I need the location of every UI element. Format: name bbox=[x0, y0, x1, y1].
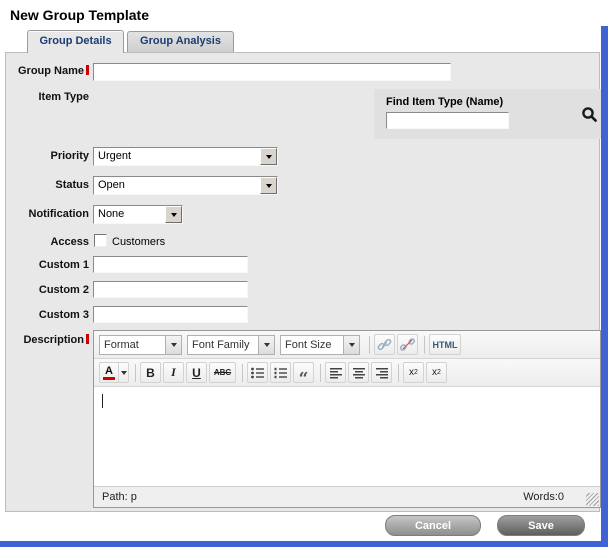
vertical-scrollbar[interactable] bbox=[601, 26, 608, 541]
custom3-label: Custom 3 bbox=[6, 309, 89, 321]
custom3-input[interactable] bbox=[93, 306, 248, 323]
description-editor: Format Font Family Font Size bbox=[93, 330, 601, 508]
toolbar-separator bbox=[398, 364, 399, 382]
align-left-icon[interactable] bbox=[325, 362, 346, 383]
description-label: Description bbox=[6, 334, 89, 346]
format-select[interactable]: Format bbox=[99, 335, 182, 355]
page-title: New Group Template bbox=[10, 7, 149, 23]
horizontal-scrollbar[interactable] bbox=[0, 541, 608, 547]
blockquote-icon[interactable]: “ bbox=[293, 362, 314, 383]
editor-body[interactable] bbox=[94, 387, 600, 486]
toolbar-separator bbox=[424, 336, 425, 354]
toolbar-separator bbox=[135, 364, 136, 382]
bold-button[interactable]: B bbox=[140, 362, 161, 383]
priority-dropdown-arrow-icon[interactable] bbox=[260, 148, 277, 165]
editor-word-count: Words:0 bbox=[523, 491, 564, 503]
superscript-button[interactable]: x2 bbox=[426, 362, 447, 383]
font-family-dropdown-arrow-icon[interactable] bbox=[258, 336, 274, 354]
group-name-input[interactable] bbox=[93, 63, 451, 81]
save-button[interactable]: Save bbox=[497, 515, 585, 536]
bullet-list-icon[interactable] bbox=[247, 362, 268, 383]
editor-toolbar-row1: Format Font Family Font Size bbox=[94, 331, 600, 359]
custom1-label: Custom 1 bbox=[6, 259, 89, 271]
toolbar-separator bbox=[320, 364, 321, 382]
priority-label: Priority bbox=[6, 150, 89, 162]
font-size-select[interactable]: Font Size bbox=[280, 335, 360, 355]
format-dropdown-arrow-icon[interactable] bbox=[165, 336, 181, 354]
underline-button[interactable]: U bbox=[186, 362, 207, 383]
priority-select[interactable]: Urgent bbox=[93, 147, 278, 166]
find-item-type-input[interactable] bbox=[386, 112, 509, 129]
group-details-panel: Group Name Item Type Find Item Type (Nam… bbox=[5, 52, 600, 512]
font-color-icon[interactable]: A bbox=[99, 362, 118, 383]
access-label: Access bbox=[6, 236, 89, 248]
text-cursor bbox=[102, 394, 103, 408]
editor-status-bar: Path: p Words:0 bbox=[94, 486, 600, 507]
font-family-select[interactable]: Font Family bbox=[187, 335, 275, 355]
status-value: Open bbox=[94, 177, 260, 194]
status-label: Status bbox=[6, 179, 89, 191]
font-color-button[interactable]: A bbox=[99, 362, 129, 383]
toolbar-separator bbox=[242, 364, 243, 382]
custom2-input[interactable] bbox=[93, 281, 248, 298]
status-dropdown-arrow-icon[interactable] bbox=[260, 177, 277, 194]
status-select[interactable]: Open bbox=[93, 176, 278, 195]
font-size-dropdown-arrow-icon[interactable] bbox=[343, 336, 359, 354]
resize-grip-icon[interactable] bbox=[586, 493, 599, 506]
item-type-label: Item Type bbox=[6, 91, 89, 103]
subscript-button[interactable]: x2 bbox=[403, 362, 424, 383]
align-right-icon[interactable] bbox=[371, 362, 392, 383]
find-item-type-label: Find Item Type (Name) bbox=[386, 96, 503, 108]
strikethrough-button[interactable]: ABC bbox=[209, 362, 236, 383]
notification-select[interactable]: None bbox=[93, 205, 183, 224]
notification-label: Notification bbox=[6, 208, 89, 220]
notification-dropdown-arrow-icon[interactable] bbox=[165, 206, 182, 223]
font-color-dropdown-arrow-icon[interactable] bbox=[118, 362, 129, 383]
remove-link-icon[interactable] bbox=[397, 334, 418, 355]
custom2-label: Custom 2 bbox=[6, 284, 89, 296]
new-group-template-window: New Group Template Group Details Group A… bbox=[0, 0, 608, 547]
cancel-button[interactable]: Cancel bbox=[385, 515, 481, 536]
custom1-input[interactable] bbox=[93, 256, 248, 273]
customers-checkbox[interactable] bbox=[94, 234, 107, 247]
customers-checkbox-label: Customers bbox=[112, 236, 165, 248]
italic-button[interactable]: I bbox=[163, 362, 184, 383]
required-marker bbox=[86, 334, 89, 344]
editor-toolbar-row2: A B I U ABC bbox=[94, 359, 600, 387]
toolbar-separator bbox=[369, 336, 370, 354]
search-icon[interactable] bbox=[580, 105, 598, 123]
notification-value: None bbox=[94, 206, 165, 223]
priority-value: Urgent bbox=[94, 148, 260, 165]
editor-path: Path: p bbox=[102, 491, 137, 503]
html-source-button[interactable]: HTML bbox=[429, 334, 461, 355]
tab-group-details[interactable]: Group Details bbox=[27, 30, 124, 53]
tab-group-analysis[interactable]: Group Analysis bbox=[127, 31, 234, 52]
find-item-type-panel: Find Item Type (Name) bbox=[374, 89, 601, 139]
insert-link-icon[interactable] bbox=[374, 334, 395, 355]
group-name-label: Group Name bbox=[6, 65, 89, 77]
align-center-icon[interactable] bbox=[348, 362, 369, 383]
numbered-list-icon[interactable] bbox=[270, 362, 291, 383]
required-marker bbox=[86, 65, 89, 75]
